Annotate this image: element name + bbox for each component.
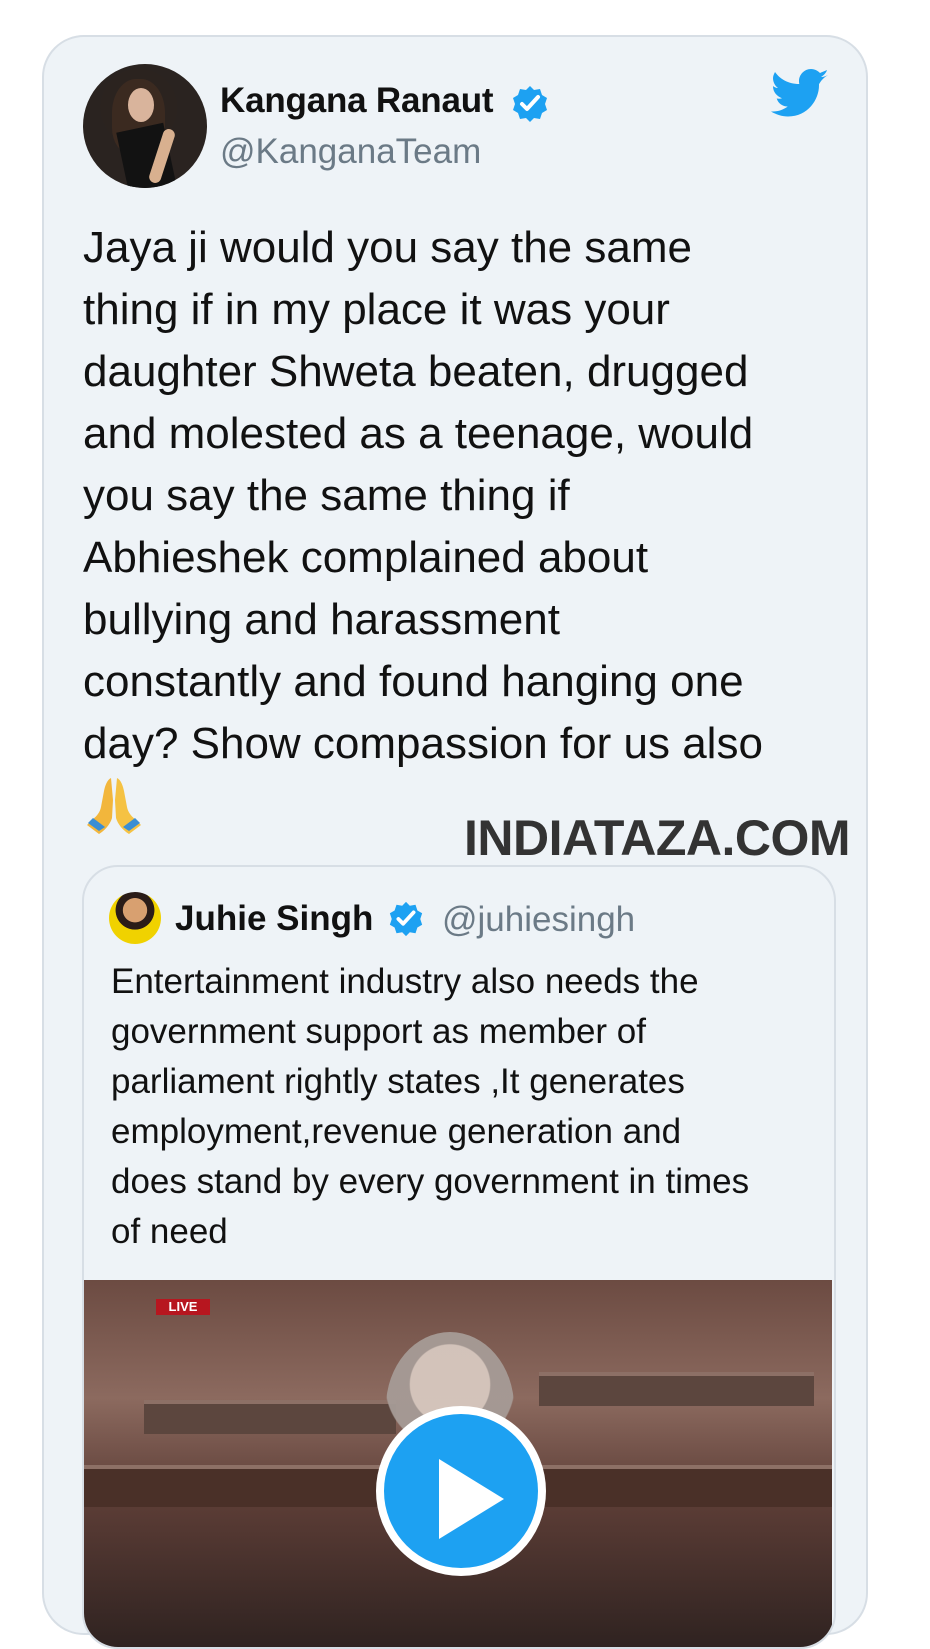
author-handle[interactable]: @KanganaTeam xyxy=(220,132,481,172)
live-badge: LIVE xyxy=(156,1299,210,1315)
quoted-author-name[interactable]: Juhie Singh xyxy=(175,899,373,939)
quoted-tweet[interactable]: Juhie Singh @juhiesingh Entertainment in… xyxy=(82,865,836,1649)
verified-badge-icon xyxy=(513,86,547,122)
author-name[interactable]: Kangana Ranaut xyxy=(220,81,494,121)
video-thumbnail[interactable]: LIVE xyxy=(84,1280,832,1647)
quoted-author-handle[interactable]: @juhiesingh xyxy=(442,900,635,940)
play-button[interactable] xyxy=(376,1406,546,1576)
quoted-author-avatar[interactable] xyxy=(109,892,161,944)
tweet-card[interactable]: Kangana Ranaut @KanganaTeam Jaya ji woul… xyxy=(42,35,868,1649)
quoted-tweet-text: Entertainment industry also needs the go… xyxy=(111,962,750,1251)
play-icon xyxy=(439,1459,504,1539)
tweet-text: Jaya ji would you say the same thing if … xyxy=(83,223,763,768)
author-avatar[interactable] xyxy=(83,64,207,188)
quoted-verified-badge-icon xyxy=(389,901,423,937)
site-watermark: INDIATAZA.COM xyxy=(464,810,851,866)
folded-hands-icon xyxy=(87,778,141,834)
twitter-bird-icon[interactable] xyxy=(771,69,829,119)
